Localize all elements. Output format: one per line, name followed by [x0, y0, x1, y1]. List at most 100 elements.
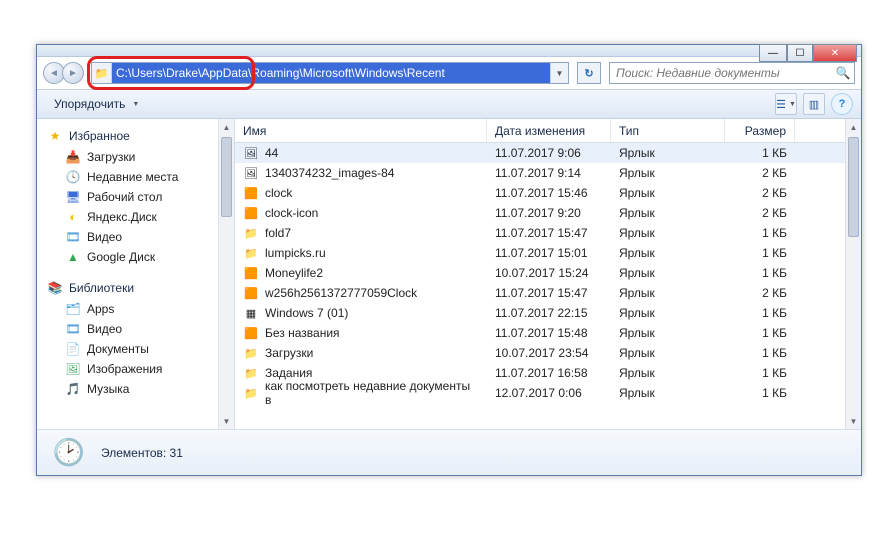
table-row[interactable]: 🟧clock-icon11.07.2017 9:20Ярлык2 КБ: [235, 203, 861, 223]
desktop-icon: 🖥: [65, 189, 81, 205]
cell-size: 2 КБ: [725, 205, 795, 221]
table-row[interactable]: 📁lumpicks.ru11.07.2017 15:01Ярлык1 КБ: [235, 243, 861, 263]
scroll-down-icon[interactable]: ▼: [219, 413, 234, 429]
address-dropdown[interactable]: ▼: [550, 63, 568, 83]
sidebar-item-label: Видео: [87, 230, 122, 244]
filelist-scrollbar[interactable]: ▲ ▼: [845, 119, 861, 429]
table-row[interactable]: ▦Windows 7 (01)11.07.2017 22:15Ярлык1 КБ: [235, 303, 861, 323]
clock-icon: 🕑: [49, 436, 89, 470]
apps-icon: 🗂: [65, 301, 81, 317]
search-input[interactable]: [610, 64, 832, 82]
img-icon: 🖼: [243, 145, 259, 161]
maximize-button[interactable]: ☐: [787, 44, 813, 62]
scroll-down-icon[interactable]: ▼: [846, 413, 861, 429]
status-count: Элементов: 31: [101, 446, 183, 460]
refresh-button[interactable]: ↻: [577, 62, 601, 84]
sidebar-item-label: Видео: [87, 322, 122, 336]
file-name: Загрузки: [265, 346, 313, 360]
cell-date: 10.07.2017 15:24: [487, 265, 611, 281]
table-row[interactable]: 🟧Без названия11.07.2017 15:48Ярлык1 КБ: [235, 323, 861, 343]
sidebar-item[interactable]: ◐ Яндекс.Диск: [41, 207, 230, 227]
img2-icon: 🟧: [243, 265, 259, 281]
sidebar-item[interactable]: 🗂Apps: [41, 299, 230, 319]
search-icon[interactable]: 🔍: [832, 66, 854, 80]
sidebar-root-favorites[interactable]: ★ Избранное: [41, 125, 230, 147]
titlebar[interactable]: — ☐ ✕: [37, 45, 861, 57]
sidebar-item[interactable]: 🖼Изображения: [41, 359, 230, 379]
libraries-icon: 📚: [47, 280, 63, 296]
cell-date: 11.07.2017 15:01: [487, 245, 611, 261]
folder-icon: 📁: [243, 345, 259, 361]
file-name: clock: [265, 186, 292, 200]
folder-icon: 📁: [92, 63, 112, 83]
minimize-button[interactable]: —: [759, 44, 787, 62]
sidebar-item-label: Изображения: [87, 362, 162, 376]
sidebar: ★ Избранное 📥Загрузки🕓Недавние места🖥Раб…: [37, 119, 235, 429]
sidebar-item-label: Google Диск: [87, 250, 155, 264]
cell-type: Ярлык: [611, 305, 725, 321]
header-date[interactable]: Дата изменения: [487, 119, 611, 142]
cell-date: 11.07.2017 16:58: [487, 365, 611, 381]
help-button[interactable]: ?: [831, 93, 853, 115]
img2-icon: 🟧: [243, 325, 259, 341]
body: ★ Избранное 📥Загрузки🕓Недавние места🖥Раб…: [37, 119, 861, 429]
cell-size: 2 КБ: [725, 165, 795, 181]
table-row[interactable]: 🖼1340374232_images-8411.07.2017 9:14Ярлы…: [235, 163, 861, 183]
sidebar-item-label: Яндекс.Диск: [87, 210, 157, 224]
table-row[interactable]: 📁Загрузки10.07.2017 23:54Ярлык1 КБ: [235, 343, 861, 363]
close-button[interactable]: ✕: [813, 44, 857, 62]
sidebar-item[interactable]: 🎵Музыка: [41, 379, 230, 399]
nav-arrows: ◄ ►: [43, 60, 87, 86]
cell-date: 11.07.2017 9:14: [487, 165, 611, 181]
sidebar-item[interactable]: 🕓Недавние места: [41, 167, 230, 187]
preview-pane-button[interactable]: ▥: [803, 93, 825, 115]
table-row[interactable]: 🟧Moneylife210.07.2017 15:24Ярлык1 КБ: [235, 263, 861, 283]
sidebar-item[interactable]: 🎞Видео: [41, 227, 230, 247]
cell-type: Ярлык: [611, 365, 725, 381]
table-row[interactable]: 🟧clock11.07.2017 15:46Ярлык2 КБ: [235, 183, 861, 203]
table-row[interactable]: 🖼4411.07.2017 9:06Ярлык1 КБ: [235, 143, 861, 163]
address-input[interactable]: [112, 63, 550, 83]
organize-button[interactable]: Упорядочить ▼: [45, 92, 148, 116]
sidebar-item-label: Загрузки: [87, 150, 135, 164]
forward-button[interactable]: ►: [62, 62, 84, 84]
sidebar-scrollbar[interactable]: ▲ ▼: [218, 119, 234, 429]
cell-name: 📁 Загрузки: [235, 344, 487, 362]
window-buttons: — ☐ ✕: [759, 44, 857, 62]
cell-name: 🖼44: [235, 144, 487, 162]
cell-type: Ярлык: [611, 185, 725, 201]
sidebar-item[interactable]: 📥Загрузки: [41, 147, 230, 167]
table-row[interactable]: 📁fold711.07.2017 15:47Ярлык1 КБ: [235, 223, 861, 243]
file-name: как посмотреть недавние документы в: [265, 379, 479, 407]
cell-size: 2 КБ: [725, 185, 795, 201]
chevron-down-icon: ▼: [132, 101, 139, 108]
scroll-up-icon[interactable]: ▲: [846, 119, 861, 135]
sidebar-item[interactable]: 🎞Видео: [41, 319, 230, 339]
explorer-window: — ☐ ✕ ◄ ► 📁 ▼ ↻ 🔍 Упорядочить ▼: [36, 44, 862, 476]
toolbar-right: ☰▼ ▥ ?: [775, 93, 853, 115]
cell-name: 📁 как посмотреть недавние документы в: [235, 378, 487, 408]
sidebar-root-libraries[interactable]: 📚 Библиотеки: [41, 277, 230, 299]
sidebar-item[interactable]: ▲Google Диск: [41, 247, 230, 267]
sidebar-item[interactable]: 📄Документы: [41, 339, 230, 359]
yadisk-icon: ◐: [65, 209, 81, 225]
toolbar: Упорядочить ▼ ☰▼ ▥ ?: [37, 89, 861, 119]
scroll-up-icon[interactable]: ▲: [219, 119, 234, 135]
header-type[interactable]: Тип: [611, 119, 725, 142]
cell-name: 📁lumpicks.ru: [235, 244, 487, 262]
sidebar-label: Библиотеки: [69, 281, 134, 295]
table-row[interactable]: 🟧w256h2561372777059Clock11.07.2017 15:47…: [235, 283, 861, 303]
view-button[interactable]: ☰▼: [775, 93, 797, 115]
img2-icon: 🟧: [243, 185, 259, 201]
header-size[interactable]: Размер: [725, 119, 795, 142]
cell-name: 🟧 clock: [235, 184, 487, 202]
folder-icon: 📁: [243, 385, 259, 401]
img2-icon: 🟧: [243, 205, 259, 221]
header-name[interactable]: Имя: [235, 119, 487, 142]
star-icon: ★: [47, 128, 63, 144]
scroll-thumb[interactable]: [221, 137, 232, 217]
scroll-thumb[interactable]: [848, 137, 859, 237]
img2-icon: 🟧: [243, 285, 259, 301]
table-row[interactable]: 📁как посмотреть недавние документы в12.0…: [235, 383, 861, 403]
sidebar-item[interactable]: 🖥Рабочий стол: [41, 187, 230, 207]
